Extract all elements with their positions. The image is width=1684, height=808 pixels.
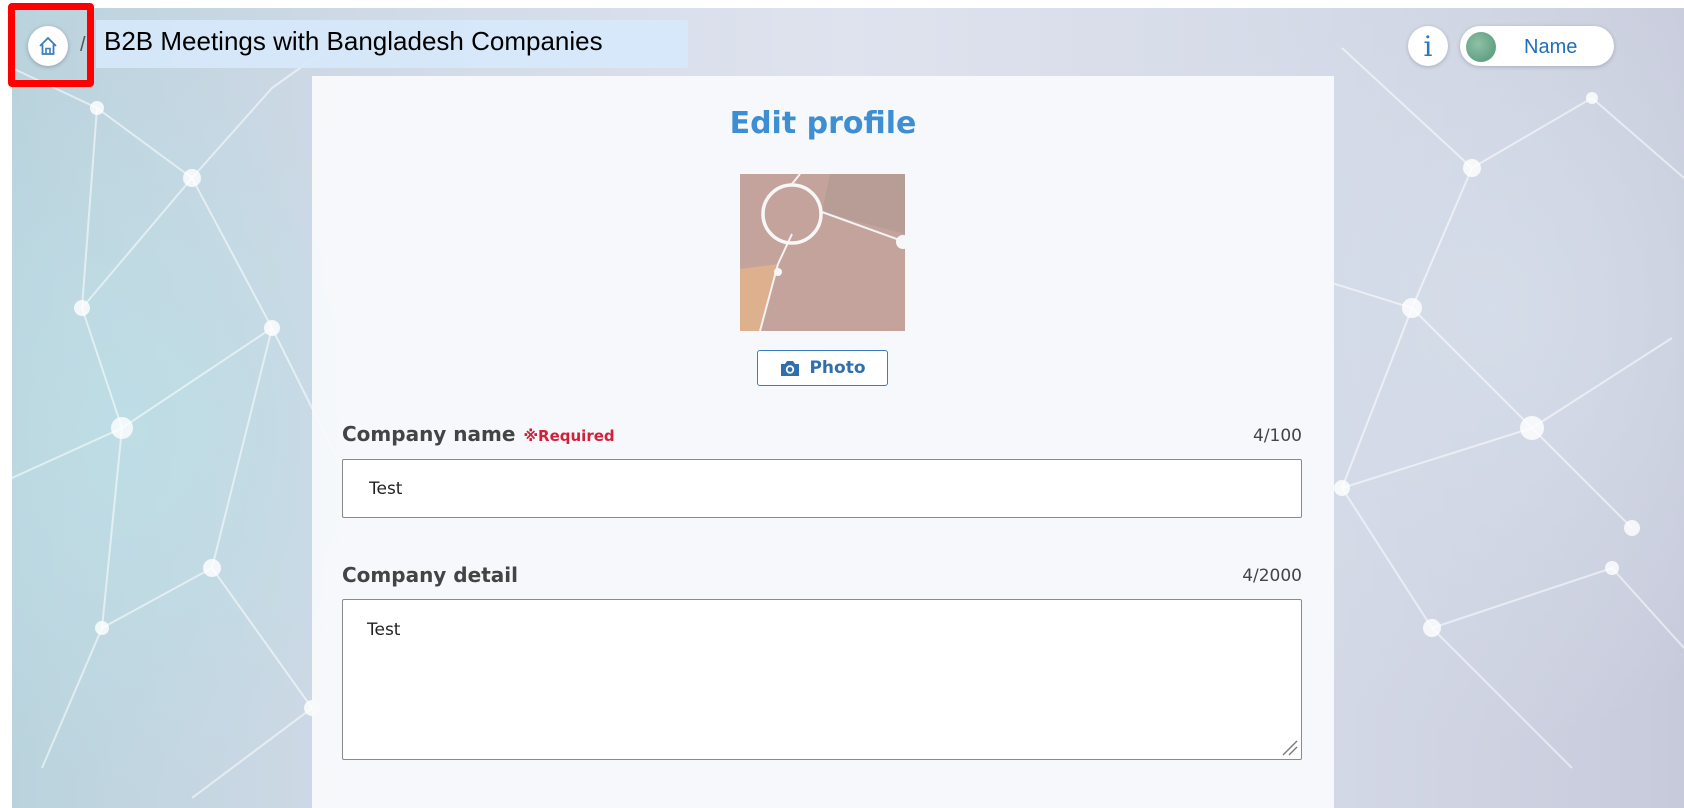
required-badge: ※Required	[523, 427, 615, 445]
user-name: Name	[1524, 36, 1578, 58]
company-detail-value: Test	[367, 620, 401, 640]
avatar	[1466, 32, 1496, 62]
user-menu-button[interactable]: Name	[1460, 26, 1614, 66]
company-name-input[interactable]	[342, 459, 1302, 518]
photo-upload-button[interactable]: Photo	[757, 350, 888, 386]
resize-handle-icon[interactable]	[1277, 735, 1299, 757]
breadcrumb-separator: /	[80, 34, 86, 56]
company-name-label: Company name ※Required	[342, 422, 615, 446]
profile-panel: Edit profile Photo Company name ※Required…	[312, 76, 1334, 808]
profile-photo	[740, 174, 905, 331]
home-button[interactable]	[28, 26, 68, 66]
event-title: B2B Meetings with Bangladesh Companies	[96, 20, 688, 68]
info-button[interactable]: i	[1408, 26, 1448, 66]
home-icon	[39, 36, 57, 55]
info-icon: i	[1423, 29, 1433, 63]
company-detail-label: Company detail	[342, 563, 518, 587]
photo-button-label: Photo	[809, 358, 866, 378]
company-detail-counter: 4/2000	[1242, 566, 1302, 586]
company-name-counter: 4/100	[1253, 426, 1302, 446]
company-detail-textarea[interactable]: Test	[342, 599, 1302, 760]
camera-icon	[781, 361, 800, 376]
company-name-label-text: Company name	[342, 422, 516, 446]
page-title: Edit profile	[729, 106, 917, 141]
